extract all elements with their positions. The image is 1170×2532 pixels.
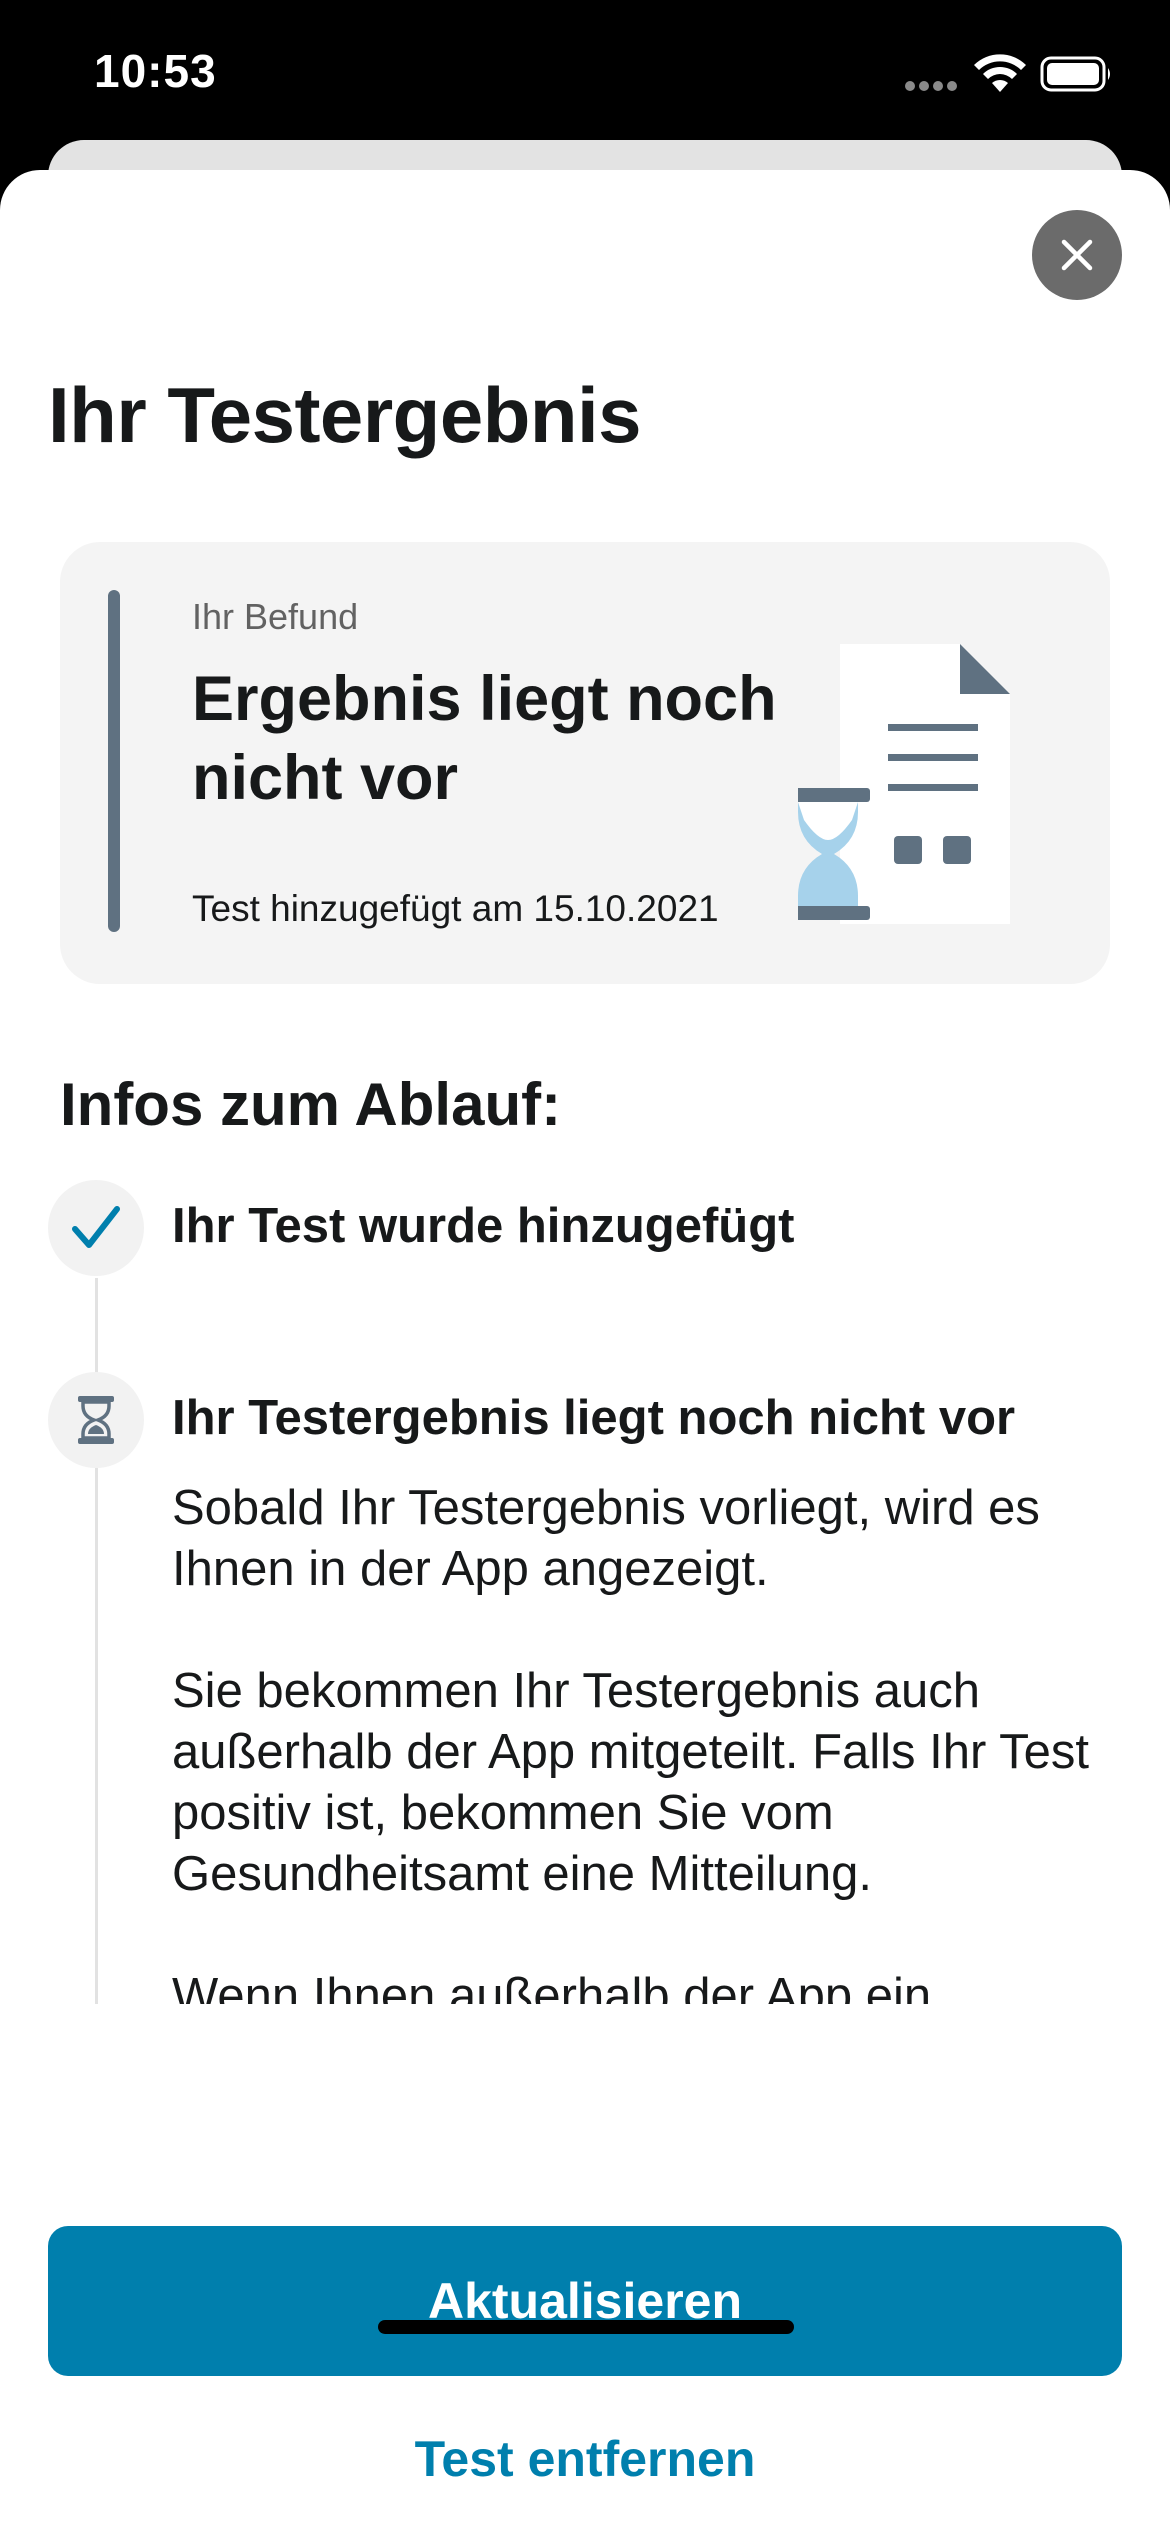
step-pending-indicator	[48, 1372, 144, 1468]
result-status-bar	[108, 590, 120, 932]
remove-test-button[interactable]: Test entfernen	[48, 2404, 1122, 2514]
step-pending-description: Sobald Ihr Testergebnis vorliegt, wird e…	[172, 1478, 1112, 2004]
battery-icon	[1040, 56, 1110, 92]
info-section-title: Infos zum Ablauf:	[60, 1071, 562, 1138]
close-button[interactable]	[1032, 210, 1122, 300]
result-card: Ihr Befund Ergebnis liegt noch nicht vor…	[60, 542, 1110, 984]
result-date: Test hinzugefügt am 15.10.2021	[192, 888, 719, 929]
step-pending-paragraph: Sie bekommen Ihr Testergebnis auch außer…	[172, 1664, 1089, 1901]
test-result-sheet: Ihr Testergebnis Ihr Befund Ergebnis lie…	[0, 170, 1170, 2532]
step-pending-title: Ihr Testergebnis liegt noch nicht vor	[172, 1391, 1016, 1445]
result-status: Ergebnis liegt noch nicht vor	[192, 664, 777, 813]
pending-document-illustration	[798, 644, 1010, 924]
status-time: 10:53	[94, 45, 217, 97]
bottom-action-area: Aktualisieren Test entfernen	[0, 2004, 1170, 2532]
close-icon	[1061, 239, 1093, 271]
cellular-signal-icon	[905, 81, 957, 91]
step-added-indicator	[48, 1180, 144, 1276]
wifi-icon	[974, 54, 1026, 92]
page-title: Ihr Testergebnis	[48, 371, 642, 459]
step-pending-paragraph: Sobald Ihr Testergebnis vorliegt, wird e…	[172, 1481, 1040, 1596]
status-bar: 10:53	[0, 0, 1170, 150]
scroll-content[interactable]: Ihr Testergebnis Ihr Befund Ergebnis lie…	[0, 170, 1170, 2004]
refresh-button[interactable]: Aktualisieren	[48, 2226, 1122, 2376]
step-pending-paragraph: Wenn Ihnen außerhalb der App ein	[172, 1969, 932, 2004]
home-indicator[interactable]	[378, 2320, 794, 2334]
step-added-title: Ihr Test wurde hinzugefügt	[172, 1199, 795, 1253]
result-label: Ihr Befund	[192, 596, 359, 637]
hourglass-icon	[78, 1396, 114, 1444]
checkmark-icon	[72, 1206, 120, 1248]
